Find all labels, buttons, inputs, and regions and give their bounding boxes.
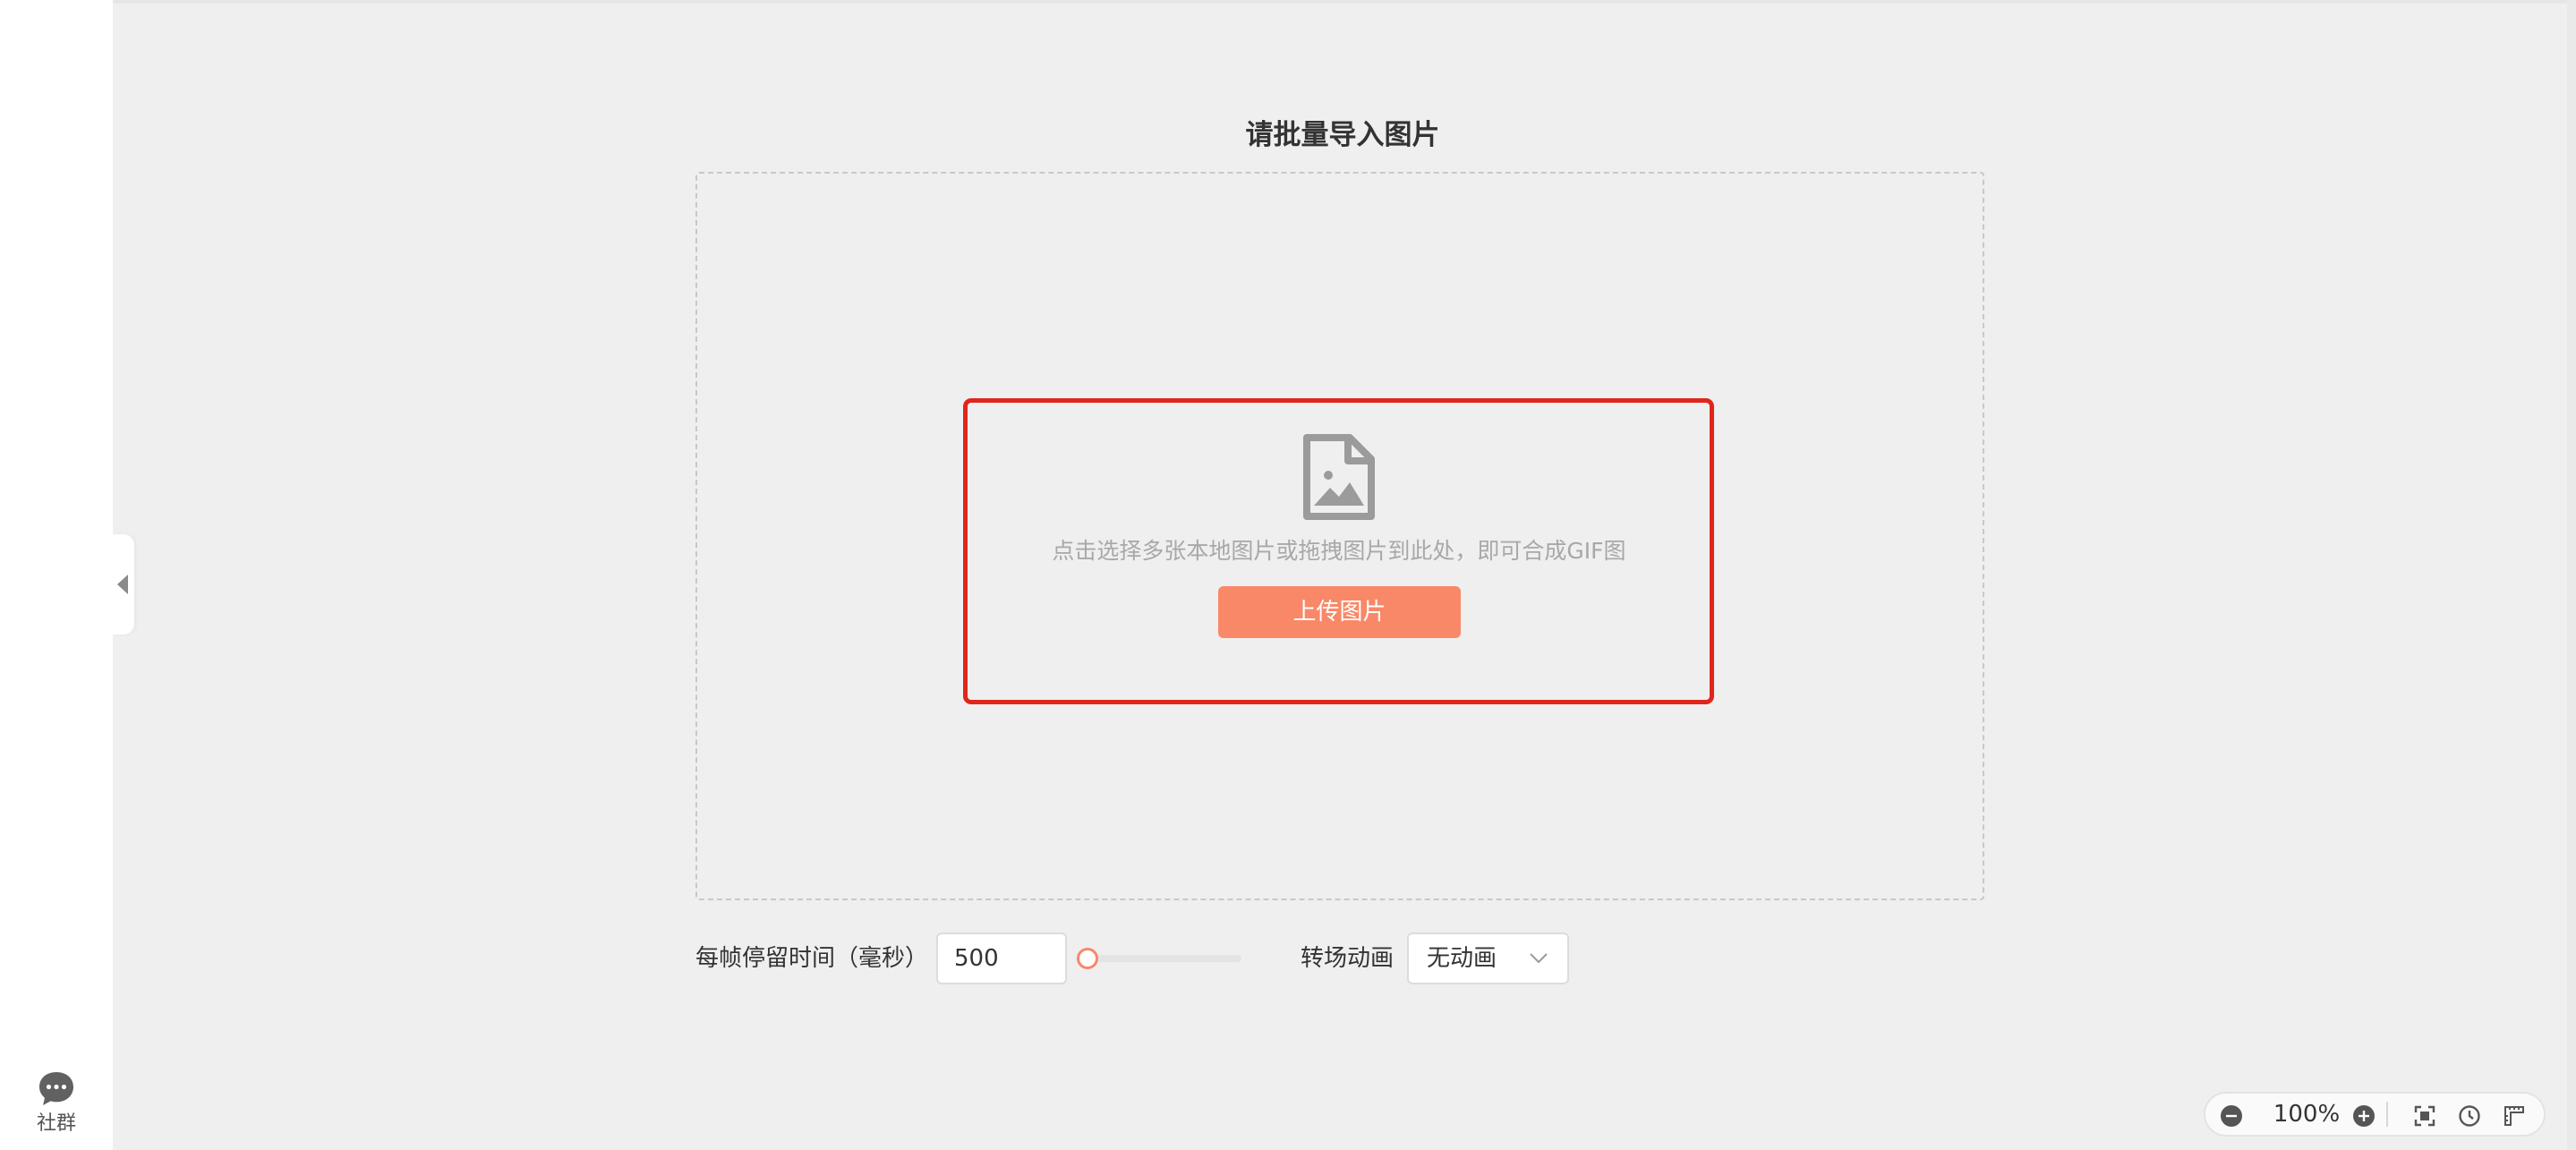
sidebar: 社群 bbox=[0, 0, 113, 1150]
scrollbar[interactable] bbox=[2567, 0, 2576, 1150]
fit-screen-icon[interactable] bbox=[2413, 1104, 2436, 1128]
zoom-level: 100% bbox=[2273, 1101, 2341, 1128]
zoom-in-icon[interactable] bbox=[2352, 1104, 2376, 1128]
history-icon[interactable] bbox=[2458, 1104, 2481, 1128]
community-label: 社群 bbox=[36, 1112, 76, 1135]
transition-label: 转场动画 bbox=[1301, 945, 1395, 972]
zoom-toolbar: 100% bbox=[2204, 1092, 2546, 1137]
chevron-down-icon bbox=[1530, 953, 1548, 964]
upload-hint: 点击选择多张本地图片或拖拽图片到此处，即可合成GIF图 bbox=[1052, 538, 1626, 564]
frame-time-slider[interactable] bbox=[1079, 955, 1241, 962]
ruler-icon[interactable] bbox=[2503, 1104, 2526, 1128]
community-button[interactable]: 社群 bbox=[25, 1069, 88, 1136]
image-file-icon bbox=[1303, 434, 1375, 520]
transition-select-value: 无动画 bbox=[1427, 945, 1497, 972]
zoom-out-icon[interactable] bbox=[2220, 1104, 2243, 1128]
sidebar-collapse-handle[interactable] bbox=[113, 534, 134, 635]
top-divider bbox=[113, 0, 2576, 4]
page-title: 请批量导入图片 bbox=[1245, 119, 1440, 151]
frame-time-slider-thumb[interactable] bbox=[1077, 948, 1098, 969]
zoom-toolbar-divider bbox=[2386, 1102, 2388, 1127]
upload-image-button[interactable]: 上传图片 bbox=[1218, 586, 1461, 638]
comment-icon bbox=[39, 1072, 73, 1105]
frame-time-label: 每帧停留时间（毫秒） bbox=[695, 945, 929, 972]
frame-time-input[interactable]: 500 bbox=[936, 933, 1067, 984]
collapse-arrow-icon bbox=[117, 575, 128, 594]
transition-select[interactable]: 无动画 bbox=[1407, 933, 1569, 984]
